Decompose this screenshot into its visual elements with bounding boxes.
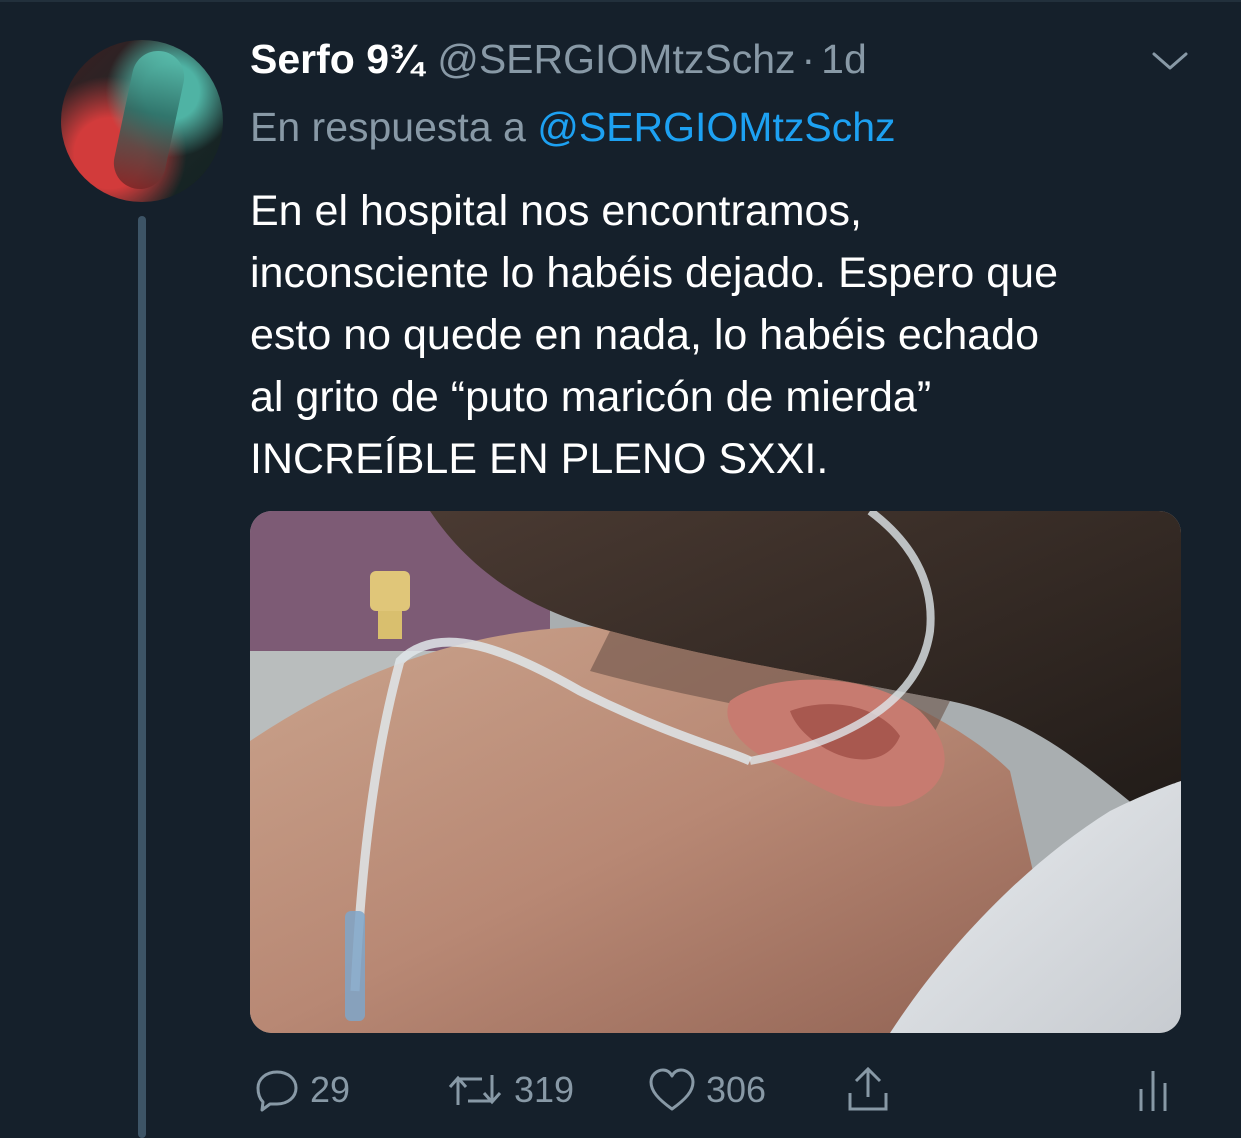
reply-count: 29 [310, 1069, 351, 1110]
user-handle[interactable]: @SERGIOMtzSchz [437, 36, 795, 83]
chevron-down-icon[interactable] [1150, 46, 1190, 76]
tweet-action-bar: 29 319 306 [250, 1060, 1190, 1120]
header-separator: · [801, 36, 816, 82]
reply-context: En respuesta a @SERGIOMtzSchz [250, 104, 896, 151]
retweet-count: 319 [514, 1069, 575, 1110]
reply-prefix: En respuesta a [250, 104, 526, 150]
like-count: 306 [706, 1069, 767, 1110]
retweet-icon [448, 1075, 502, 1105]
analytics-button[interactable] [1136, 1060, 1180, 1120]
thread-connector-line [138, 216, 146, 1138]
tweet-photo[interactable] [250, 511, 1181, 1033]
tweet-text: En el hospital nos encontramos, inconsci… [250, 187, 1059, 483]
like-icon [649, 1068, 695, 1111]
top-divider [0, 0, 1241, 2]
share-icon [848, 1066, 888, 1111]
reply-button[interactable]: 29 [254, 1060, 350, 1120]
share-button[interactable] [844, 1060, 902, 1120]
retweet-button[interactable]: 319 [446, 1060, 574, 1120]
like-button[interactable]: 306 [648, 1060, 766, 1120]
display-name[interactable]: Serfo 9¾ [250, 36, 423, 83]
reply-icon [256, 1070, 298, 1112]
tweet-timestamp[interactable]: 1d [821, 36, 867, 83]
analytics-icon [1139, 1071, 1167, 1111]
avatar[interactable] [61, 40, 223, 202]
reply-mention-link[interactable]: @SERGIOMtzSchz [537, 104, 895, 150]
tweet-header: Serfo 9¾ @SERGIOMtzSchz · 1d [250, 36, 867, 92]
